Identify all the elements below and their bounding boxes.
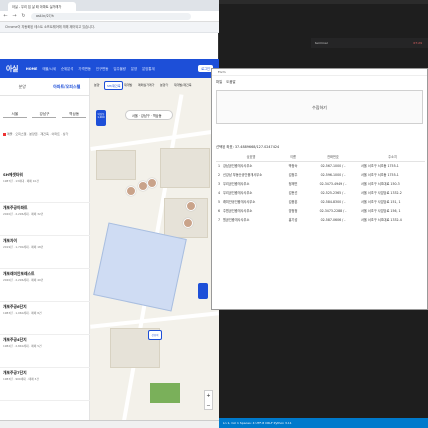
terminal-tab: terminal 07:29	[311, 38, 428, 48]
selected-coords: 선택된 좌표: 37.4889668/127.0247424	[216, 145, 280, 149]
map-marker[interactable]	[126, 186, 136, 196]
form-menubar: 파일 도움말	[212, 76, 427, 86]
site-logo[interactable]: 아실	[6, 64, 18, 74]
map-marker[interactable]	[186, 201, 196, 211]
nav-presale-stats[interactable]: 분양통계	[142, 66, 154, 71]
menu-file[interactable]: 파일	[216, 79, 222, 84]
form-title: Form	[218, 70, 226, 74]
tab-title: 아실 - 우리 집 살 때 아파트 실거래가	[12, 5, 62, 9]
region-selector: 서울 강남구 역삼동	[0, 110, 89, 120]
filter-checkbox[interactable]	[3, 132, 6, 136]
map-road	[90, 311, 219, 329]
windows-taskbar	[0, 420, 219, 428]
table-row[interactable]: 3 우리공인중개사무소 정재민 02-3473-4949 / - 서울 서초구 서초대로…	[216, 179, 425, 188]
map-tab[interactable]: 분양가	[158, 81, 170, 90]
list-item[interactable]: 개포주공4단지 1982년 · 2,840세대 · 매매 5건	[0, 335, 90, 368]
tab-apartment[interactable]: 아파트/오피스텔	[45, 84, 90, 90]
list-item[interactable]: 개포주공7단지 1983년 · 900세대 · 매매 3건	[0, 368, 90, 401]
table-row[interactable]: 6 주원공인중개사사무소 양정정 02-3473-2288 / - 서울 서초구 사임당…	[216, 206, 425, 215]
nav-rank[interactable]: 순위분석	[61, 66, 73, 71]
filter-row: 매물 · 오피스텔 · 분양권 · 재건축 · 아파트 · 상가	[3, 132, 86, 137]
list-item[interactable]: SH에셋타워 1987년 · 13세대 · 매매 10건	[0, 170, 90, 203]
map-block	[96, 150, 136, 180]
zoom-out-icon[interactable]: −	[205, 401, 212, 411]
nav-price[interactable]: 가격변동	[78, 66, 90, 71]
region-dong[interactable]: 역삼동	[62, 112, 87, 118]
form-titlebar: Form	[212, 69, 427, 76]
map-block	[160, 148, 210, 188]
left-panel: 분양 아파트/오피스텔 서울 강남구 역삼동 매물 · 오피스텔 · 분양권 ·…	[0, 78, 90, 428]
nav-supply[interactable]: 입주물량	[113, 66, 125, 71]
site-header: 아실 HOME 매물/시세 순위분석 가격변동 인구변동 입주물량 분양 분양통…	[0, 59, 219, 78]
nav-home[interactable]: HOME	[26, 67, 37, 71]
nav-population[interactable]: 인구변동	[96, 66, 108, 71]
address-bar-row: ← → ↻ asil.kr/27/h	[0, 11, 219, 22]
col-name: 이름	[280, 152, 306, 162]
location-pill[interactable]: 서울 · 강남구 · 역삼동	[125, 110, 173, 120]
tab-presale[interactable]: 분양	[0, 84, 45, 90]
map-tab[interactable]: 재개발/재건축	[172, 81, 194, 90]
region-city[interactable]: 서울	[2, 112, 27, 118]
map-marker[interactable]	[147, 178, 157, 188]
map-campus-area	[93, 222, 187, 312]
terminal-title[interactable]: terminal	[315, 41, 328, 45]
map-pin[interactable]: 역삼동 1,000	[96, 110, 106, 126]
results-table: 상호명 이름 전화번호 주소지 1 강남공인중개사사무소 박정숙 02-567-100…	[216, 152, 425, 224]
editor-statusbar: Ln 1, Col 1 Spaces: 4 UTF-8 CRLF Python …	[219, 418, 428, 428]
tab-strip: 아실 - 우리 집 살 때 아파트 실거래가	[0, 0, 219, 11]
browser-window: 아실 - 우리 집 살 때 아파트 실거래가 ← → ↻ asil.kr/27/…	[0, 0, 219, 428]
map-park	[150, 383, 180, 403]
map-tab[interactable]: SH/재건축	[104, 81, 124, 90]
table-row[interactable]: 1 강남공인중개사사무소 박정숙 02-567-1000 / - 서울 서초구 서초동 …	[216, 161, 425, 170]
terminal-time: 07:29	[413, 41, 422, 45]
form-window: Form 파일 도움말 수집하기 선택된 좌표: 37.4889668/127.…	[211, 68, 428, 310]
back-icon[interactable]: ←	[2, 13, 9, 20]
list-item[interactable]: 개포자이 2019년 · 1,700세대 · 매매 18건	[0, 236, 90, 269]
list-item[interactable]: 개포주공아파트 2020년 · 2,296세대 · 매매 32건	[0, 203, 90, 236]
panel-tabs: 분양 아파트/오피스텔	[0, 78, 89, 96]
table-row[interactable]: 7 원공인중개사사무소 홍기성 02-587-0606 / - 서울 서초구 서초대로 …	[216, 215, 425, 224]
map-view[interactable]: 분양 SH/재건축 재개발 매매실거래가 분양가 재개발/재건축 역삼동 1,0…	[90, 78, 219, 428]
url-input[interactable]: asil.kr/27/h	[31, 12, 191, 20]
col-company: 상호명	[222, 152, 280, 162]
menu-help[interactable]: 도움말	[226, 79, 235, 84]
filter-labels: 매물 · 오피스텔 · 분양권 · 재건축 · 아파트 · 상가	[7, 132, 69, 136]
station-pin[interactable]: 선릉역	[148, 330, 162, 340]
table-row[interactable]: 2 신강남 부동산공인중개사무소 김정주 02-596-1000 / - 서울 서초구 …	[216, 170, 425, 179]
forward-icon[interactable]: →	[11, 13, 18, 20]
nav-listing[interactable]: 매물/시세	[42, 66, 56, 71]
browser-tab[interactable]: 아실 - 우리 집 살 때 아파트 실거래가	[8, 2, 76, 11]
reload-icon[interactable]: ↻	[20, 13, 27, 20]
map-marker[interactable]	[183, 218, 193, 228]
col-phone: 전화번호	[306, 152, 360, 162]
complex-list: SH에셋타워 1987년 · 13세대 · 매매 10건 개포주공아파트 2020년…	[0, 170, 90, 401]
table-row[interactable]: 4 우리공인중개사사무소 김현선 02-525-2365 / - 서울 서초구 사임당로…	[216, 188, 425, 197]
editor-titlebar	[219, 0, 428, 4]
zoom-in-icon[interactable]: +	[205, 391, 212, 401]
table-row[interactable]: 5 래미안공인중개사사무소 김종훈 02-584-8300 / - 서울 서초구 사임당…	[216, 197, 425, 206]
map-pin[interactable]	[198, 283, 208, 299]
map-tab[interactable]: 매매실거래가	[136, 81, 157, 90]
list-item[interactable]: 개포래미안포레스트 2020년 · 2,296세대 · 매매 40건	[0, 269, 90, 302]
list-item[interactable]: 개포주공6단지 1983년 · 1,060세대 · 매매 8건	[0, 302, 90, 335]
col-address: 주소지	[360, 152, 425, 162]
map-tab[interactable]: 재개발	[122, 81, 134, 90]
collect-button[interactable]: 수집하기	[216, 90, 423, 124]
zoom-control[interactable]: + −	[204, 390, 213, 410]
automation-notice: Chrome이 자동화된 테스트 소프트웨어에 의해 제어되고 있습니다.	[0, 22, 219, 33]
region-district[interactable]: 강남구	[32, 112, 57, 118]
map-tab[interactable]: 분양	[92, 81, 102, 90]
nav-presale[interactable]: 분양	[131, 66, 137, 71]
